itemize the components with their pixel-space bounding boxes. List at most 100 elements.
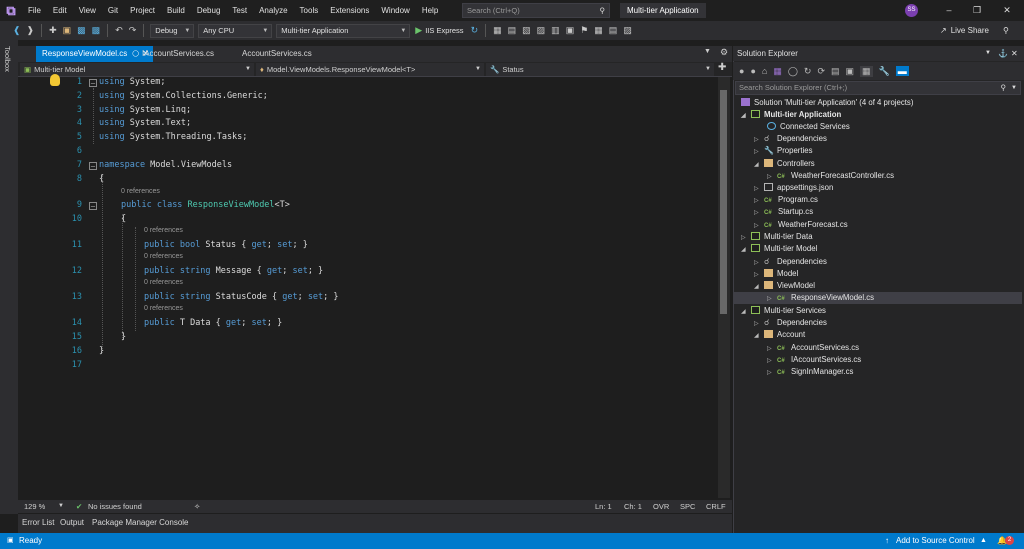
platform-select[interactable]: Any CPU ▼ [198,23,273,38]
tree-item[interactable]: ▷ C# SignInManager.cs [767,366,853,378]
tree-item[interactable]: ◢ ViewModel [754,280,815,292]
overwrite-mode[interactable]: OVR [653,500,669,513]
zoom-level[interactable]: 129 % [24,500,45,513]
toolbar-tool-icon[interactable]: ▨ [534,25,549,36]
toolbar-tool-icon[interactable]: ▧ [519,25,534,36]
expanded-arrow-icon[interactable]: ◢ [741,306,751,318]
menu-window[interactable]: Window [375,0,415,21]
tree-item-project[interactable]: ◢ Multi-tier Application [741,109,841,121]
search-input[interactable]: Search (Ctrl+Q) ⚲ [462,3,610,18]
tree-item[interactable]: ▷ 🔧 Properties [754,145,813,157]
split-editor-icon[interactable]: ✚ [718,62,726,73]
tree-item[interactable]: ▷ C# IAccountServices.cs [767,354,861,366]
sync-icon[interactable]: ↻ [804,66,812,77]
code-cleanup-icon[interactable]: ✧ [194,500,200,513]
run-button[interactable]: IIS Express [425,26,463,35]
tree-item[interactable]: ▷ ☌ Dependencies [754,256,827,268]
collapse-all-icon[interactable]: ▤ [831,66,840,77]
configuration-select[interactable]: Debug ▼ [150,23,195,38]
expanded-arrow-icon[interactable]: ◢ [754,159,764,171]
preview-selected-icon[interactable]: ▦ [860,65,873,77]
tab-error-list[interactable]: Error List [22,518,54,527]
expanded-arrow-icon[interactable]: ◢ [741,110,751,122]
member-dropdown[interactable]: 🔧 Status ▼ [486,63,714,76]
tree-item-solution[interactable]: Solution 'Multi-tier Application' (4 of … [741,97,913,109]
pin-icon[interactable]: ⚓ [998,46,1008,61]
back-icon[interactable]: ❰ [10,25,24,36]
refresh-icon[interactable]: ⟳ [817,66,825,77]
tree-item-project[interactable]: ◢ Multi-tier Model [741,243,817,255]
tree-item-selected[interactable]: ▷ C# ResponseViewModel.cs [767,292,874,304]
menu-extensions[interactable]: Extensions [324,0,375,21]
source-control-button[interactable]: Add to Source Control [896,533,975,549]
codelens-references[interactable]: 0 references [144,253,183,260]
menu-test[interactable]: Test [226,0,253,21]
menu-project[interactable]: Project [124,0,161,21]
startup-project-select[interactable]: Multi-tier Application ▼ [276,23,411,38]
tab-iaccount-services[interactable]: IAccountServices.cs [136,46,214,62]
collapse-toggle-icon[interactable]: – [89,202,97,210]
live-share-button[interactable]: ↗ Live Share ⚲ [940,22,1009,39]
back-icon[interactable]: ● [739,66,744,76]
codelens-references[interactable]: 0 references [144,305,183,312]
menu-debug[interactable]: Debug [191,0,227,21]
codelens-references[interactable]: 0 references [144,227,183,234]
forward-icon[interactable]: ❱ [24,25,38,36]
menu-edit[interactable]: Edit [47,0,73,21]
tab-package-manager-console[interactable]: Package Manager Console [92,518,189,527]
chevron-down-icon[interactable]: ▼ [58,500,64,513]
menu-tools[interactable]: Tools [294,0,325,21]
menu-git[interactable]: Git [102,0,124,21]
tree-item[interactable]: Connected Services [767,121,850,133]
save-icon[interactable]: ▩ [74,25,89,36]
collapse-toggle-icon[interactable]: – [89,162,97,170]
solution-search-input[interactable]: Search Solution Explorer (Ctrl+;) ⚲ ▼ [735,81,1021,95]
pending-changes-icon[interactable]: ◯ [788,66,798,77]
redo-icon[interactable]: ↷ [126,25,140,36]
tree-item[interactable]: ▷ ☌ Dependencies [754,133,827,145]
toolbox-tab[interactable]: Toolbox [3,46,12,72]
issues-status[interactable]: No issues found [88,500,142,513]
toolbar-tool-icon[interactable]: ▥ [548,25,563,36]
menu-analyze[interactable]: Analyze [253,0,293,21]
toolbar-tool-icon[interactable]: ▨ [620,25,635,36]
collapsed-arrow-icon[interactable]: ▷ [754,207,764,219]
run-icon[interactable]: ▶ [412,25,425,36]
spacing-mode[interactable]: SPC [680,500,695,513]
tree-item-project[interactable]: ▷ Multi-tier Data [741,231,813,243]
tab-account-services[interactable]: AccountServices.cs [236,46,312,62]
codelens-references[interactable]: 0 references [121,188,160,195]
tree-item-project[interactable]: ◢ Multi-tier Services [741,305,826,317]
settings-icon[interactable]: ▬ [895,66,909,76]
expanded-arrow-icon[interactable]: ◢ [754,330,764,342]
expanded-arrow-icon[interactable]: ◢ [741,244,751,256]
maximize-icon[interactable]: ❐ [964,0,990,21]
new-project-icon[interactable]: ✚ [46,25,60,36]
collapsed-arrow-icon[interactable]: ▷ [754,146,764,158]
feedback-icon[interactable]: ⚲ [1003,22,1009,39]
tree-item[interactable]: ▷ C# Program.cs [754,194,818,206]
tree-item[interactable]: ▷ appsettings.json [754,182,833,194]
save-all-icon[interactable]: ▩ [89,25,104,36]
forward-icon[interactable]: ● [750,66,755,76]
properties-icon[interactable]: 🔧 [879,66,890,77]
tree-item[interactable]: ◢ Controllers [754,158,815,170]
menu-view[interactable]: View [73,0,102,21]
tree-item[interactable]: ▷ C# WeatherForecastController.cs [767,170,894,182]
tree-item[interactable]: ▷ Model [754,268,798,280]
close-icon[interactable]: ✕ [994,0,1020,21]
undo-icon[interactable]: ↶ [112,25,126,36]
collapse-toggle-icon[interactable]: – [89,79,97,87]
open-folder-icon[interactable]: ▣ [60,25,75,36]
tree-item[interactable]: ◢ Account [754,329,805,341]
codelens-references[interactable]: 0 references [144,279,183,286]
type-dropdown[interactable]: ♦ Model.ViewModels.ResponseViewModel<T> ▼ [256,63,484,76]
show-all-files-icon[interactable]: ▣ [846,66,855,77]
tab-output[interactable]: Output [60,518,84,527]
settings-gear-icon[interactable]: ⚙ [720,47,728,58]
toolbar-tool-icon[interactable]: ▤ [505,25,520,36]
collapsed-arrow-icon[interactable]: ▷ [767,293,777,305]
menu-help[interactable]: Help [416,0,444,21]
collapsed-arrow-icon[interactable]: ▷ [767,367,777,379]
tree-item[interactable]: ▷ ☌ Dependencies [754,317,827,329]
